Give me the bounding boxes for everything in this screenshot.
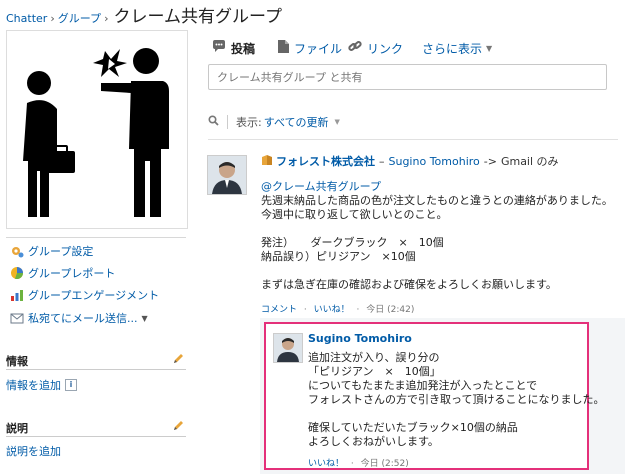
breadcrumb-separator: › (104, 12, 109, 25)
search-icon[interactable] (208, 115, 219, 129)
pencil-icon[interactable] (172, 353, 184, 365)
comment-line: 追加注文が入り、誤り分の (308, 351, 440, 364)
divider (6, 237, 186, 238)
share-input[interactable] (208, 64, 607, 90)
tab-post[interactable]: 投稿 (212, 40, 255, 56)
chevron-down-icon[interactable]: ▼ (335, 118, 340, 126)
sidebar-item-label: 私宛てにメール送信... (28, 312, 138, 325)
header-dash: – (379, 154, 385, 168)
post-line: 今週中に取り返して欲しいとのこと。 (261, 208, 448, 221)
link-icon (348, 40, 362, 56)
section-heading: 説明 (6, 422, 28, 435)
separator: · (356, 305, 360, 315)
post-icon (212, 40, 226, 56)
add-description-link[interactable]: 説明を追加 (6, 443, 61, 459)
highlighted-comment: Sugino Tomohiro 追加注文が入り、誤り分の 「ピリジアン × 10… (264, 322, 604, 470)
post-body: @クレーム共有グループ 先週末納品した商品の色が注文したものと違うとの連絡があり… (261, 180, 613, 292)
tab-label: さらに表示 (422, 41, 483, 56)
company-link[interactable]: フォレスト株式会社 (276, 153, 375, 169)
post-line: 納品誤り）ピリジアン ×10個 (261, 250, 416, 263)
sidebar-item-email-me[interactable]: 私宛てにメール送信... ▼ (10, 310, 148, 326)
comment-line: フォレストさんの方で引き取って頂けることになりました。 (308, 393, 605, 406)
sidebar-item-label: グループエンゲージメント (28, 289, 160, 302)
tab-link[interactable]: リンク (348, 40, 403, 56)
like-link[interactable]: いいね！ (308, 459, 344, 469)
avatar[interactable] (207, 155, 247, 195)
group-photo (6, 30, 188, 229)
divider (208, 139, 618, 140)
avatar[interactable] (273, 333, 303, 363)
header-arrow: -> (483, 154, 497, 168)
comment-line: 確保していただいたブラック×10個の納品 (308, 421, 518, 434)
pencil-icon[interactable] (172, 420, 184, 432)
page-title: クレーム共有グループ (113, 7, 282, 27)
group-mention-link[interactable]: @クレーム共有グループ (261, 180, 613, 194)
breadcrumb-chatter-link[interactable]: Chatter (6, 12, 47, 25)
tab-label: リンク (367, 41, 404, 56)
comment-line (308, 407, 604, 421)
add-info-link[interactable]: 情報を追加 (6, 377, 61, 393)
comment-line: 「ピリジアン × 10個」 (308, 365, 441, 378)
sidebar-item-group-engagement[interactable]: グループエンゲージメント (10, 287, 159, 303)
author-link[interactable]: Sugino Tomohiro (389, 155, 480, 168)
section-heading: 情報 (6, 355, 28, 368)
comment-line: についてもたまたま追加発注が入ったとことで (308, 379, 538, 392)
comment-author-link[interactable]: Sugino Tomohiro (308, 332, 412, 345)
separator: · (303, 305, 307, 315)
email-icon (10, 311, 24, 325)
feed-filter: 表示: すべての更新 ▼ (208, 114, 340, 130)
post-line: まずは急ぎ在庫の確認および確保をよろしくお願いします。 (261, 278, 557, 291)
info-section-header: 情報 (6, 351, 186, 370)
comment-timestamp[interactable]: 今日 (2:52) (361, 459, 409, 469)
file-icon (278, 40, 289, 56)
divider (227, 115, 228, 129)
sidebar-item-label: グループレポート (28, 267, 116, 280)
settings-icon (10, 244, 24, 258)
comment-author-name: Sugino Tomohiro (308, 332, 412, 345)
visibility-label: Gmail のみ (500, 155, 559, 168)
post-line: 先週末納品した商品の色が注文したものと違うとの連絡がありました。 (261, 194, 613, 207)
comment-body: 追加注文が入り、誤り分の 「ピリジアン × 10個」 についてもたまたま追加発注… (308, 351, 604, 449)
add-info-row: 情報を追加 i (6, 377, 77, 393)
separator: · (350, 459, 354, 469)
company-icon (261, 154, 273, 169)
tab-more[interactable]: さらに表示 ▼ (422, 40, 492, 56)
comment-line: よろしくおねがいします。 (308, 435, 439, 448)
info-icon[interactable]: i (65, 379, 77, 391)
post-timestamp[interactable]: 今日 (2:42) (366, 305, 414, 315)
breadcrumb-groups-link[interactable]: グループ (58, 10, 101, 26)
filter-dropdown[interactable]: すべての更新 (264, 114, 329, 130)
sidebar-item-group-report[interactable]: グループレポート (10, 265, 115, 281)
tab-label: 投稿 (231, 41, 256, 56)
sidebar-item-label: グループ設定 (28, 245, 94, 258)
engagement-chart-icon (10, 288, 24, 302)
post-header: フォレスト株式会社 – Sugino Tomohiro -> Gmail のみ (261, 153, 559, 169)
description-section-header: 説明 (6, 418, 186, 437)
tab-label: ファイル (294, 41, 343, 56)
post-line (261, 222, 613, 236)
post-line (261, 264, 613, 278)
chevron-down-icon: ▼ (141, 313, 148, 323)
add-description-row: 説明を追加 (6, 443, 61, 459)
sidebar-item-group-settings[interactable]: グループ設定 (10, 243, 93, 259)
comment-actions: いいね！ · 今日 (2:52) (308, 456, 409, 469)
like-link[interactable]: いいね！ (314, 305, 350, 315)
report-icon (10, 266, 24, 280)
filter-label: 表示: (236, 116, 262, 129)
dropdown-icon: ▼ (486, 43, 493, 53)
tab-file[interactable]: ファイル (278, 40, 342, 56)
complaint-pictogram-image (23, 48, 169, 217)
comment-link[interactable]: コメント (261, 305, 297, 315)
post-line: 発注） ダークブラック × 10個 (261, 236, 444, 249)
post-actions: コメント · いいね！ · 今日 (2:42) (261, 302, 414, 315)
breadcrumb-separator: › (50, 12, 55, 25)
breadcrumb: Chatter › グループ › クレーム共有グループ (6, 2, 282, 27)
